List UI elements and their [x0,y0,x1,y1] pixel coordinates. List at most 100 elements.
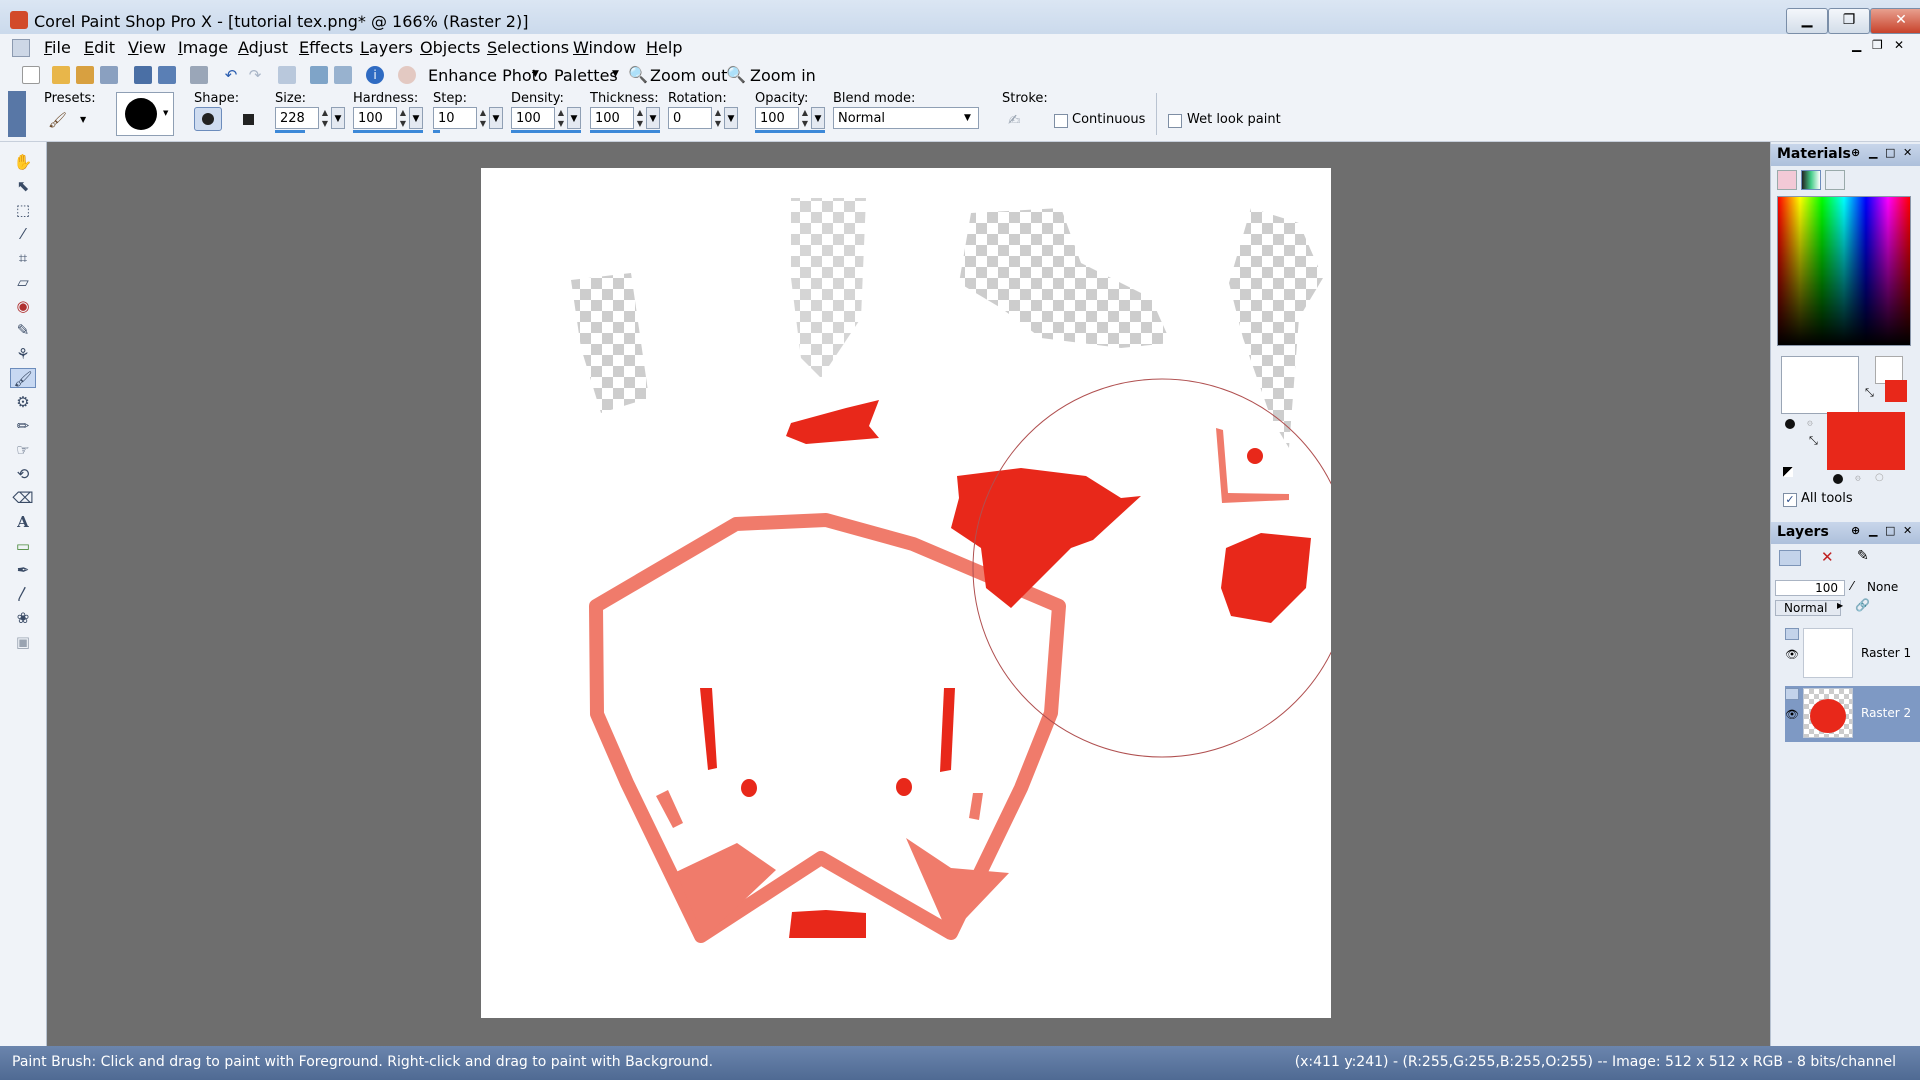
step-input[interactable]: 10 [433,107,477,129]
pin-icon[interactable]: ⊕ [1851,524,1860,537]
all-tools-checkbox[interactable]: ✓ [1783,493,1797,507]
image-canvas[interactable] [481,168,1331,1018]
transparent-toggle-icon[interactable] [1783,467,1793,477]
foreground-swatch[interactable] [1781,356,1859,414]
background-swatch[interactable] [1827,412,1905,470]
redo-icon[interactable]: ↷ [246,66,264,84]
blend-mode-select[interactable]: Normal [833,107,979,129]
size-slider[interactable] [275,130,305,133]
layer-row[interactable]: 👁 Raster 1 [1785,626,1920,682]
pick-tool-icon[interactable]: ⬉ [10,176,36,196]
tab-swatches-icon[interactable] [1825,170,1845,190]
delete-layer-icon[interactable]: ✕ [1821,548,1834,566]
density-spinner[interactable]: ▲ ▼ [555,107,567,129]
eraser-tool-icon[interactable]: ⌫ [10,488,36,508]
mask-icon[interactable] [398,66,416,84]
hardness-slider[interactable] [353,130,423,133]
mdi-minimize-icon[interactable]: ▁ [1852,38,1861,52]
wet-look-checkbox[interactable] [1168,114,1182,128]
layer-blend-select[interactable]: Normal [1775,600,1841,616]
opacity-slider[interactable] [755,130,825,133]
round-shape-button[interactable] [194,107,222,131]
presets-brush-icon[interactable]: 🖌 [48,111,74,131]
layer-opacity-field[interactable]: 100 [1775,580,1845,596]
dodge-tool-icon[interactable]: ✏ [10,416,36,436]
close-button[interactable]: ✕ [1870,8,1920,34]
brush-preview[interactable]: ▼ [116,92,174,136]
tab-frame-icon[interactable] [1777,170,1797,190]
swap-colors-icon[interactable]: ⤡ [1865,386,1874,400]
enhance-photo-menu[interactable]: Enhance Photo [428,66,548,85]
mdi-close-icon[interactable]: ✕ [1894,38,1904,52]
density-dropdown[interactable]: ▼ [567,107,581,129]
density-input[interactable]: 100 [511,107,555,129]
size-input[interactable]: 228 [275,107,319,129]
push-tool-icon[interactable]: ☞ [10,440,36,460]
warp-tool-icon[interactable]: ⟲ [10,464,36,484]
resize-icon[interactable] [278,66,296,84]
straighten-tool-icon[interactable]: ▱ [10,272,36,292]
bg-gradient-mode-icon[interactable]: ۞ [1855,472,1861,483]
maximize-panel-icon[interactable]: □ [1885,524,1895,537]
browse-icon[interactable] [76,66,94,84]
zoom-in-button[interactable]: Zoom in [750,66,816,85]
layer-properties-icon[interactable]: ✎ [1857,548,1869,564]
undo-icon[interactable]: ↶ [222,66,240,84]
save-icon[interactable] [134,66,152,84]
pan-tool-icon[interactable]: ✋ [10,152,36,172]
open-file-icon[interactable] [52,66,70,84]
maximize-panel-icon[interactable]: □ [1885,146,1895,159]
thickness-slider[interactable] [590,130,660,133]
bg-color-mode-icon[interactable] [1833,474,1843,484]
chevron-right-icon[interactable]: ▶ [1837,601,1843,610]
layer-visibility-icon[interactable]: 👁 [1785,708,1799,721]
menu-selections[interactable]: Selections [487,38,569,57]
gradient-mode-icon[interactable]: ۞ [1807,417,1813,428]
new-file-icon[interactable] [22,66,40,84]
replace-tool-icon[interactable]: ⚙ [10,392,36,412]
pin-icon[interactable]: ⊕ [1851,146,1860,159]
flip-icon[interactable] [334,66,352,84]
zoom-out-icon[interactable]: 🔍 [628,65,648,84]
palette-grip[interactable] [8,91,26,137]
makeover-tool-icon[interactable]: ✎ [10,320,36,340]
menu-window[interactable]: Window [573,38,636,57]
tab-rainbow-icon[interactable] [1801,170,1821,190]
preset-shape-tool-icon[interactable]: ▭ [10,536,36,556]
info-icon[interactable]: i [366,66,384,84]
thickness-input[interactable]: 100 [590,107,634,129]
menu-view[interactable]: View [128,38,166,57]
pen-tool-icon[interactable]: ✒ [10,560,36,580]
continuous-checkbox[interactable] [1054,114,1068,128]
menu-image[interactable]: Image [178,38,228,57]
hardness-dropdown[interactable]: ▼ [409,107,423,129]
swap-materials-icon[interactable]: ⤡ [1809,434,1818,448]
layer-row-selected[interactable]: 👁 Raster 2 [1785,686,1920,742]
step-slider[interactable] [433,130,440,133]
rotation-input[interactable]: 0 [668,107,712,129]
hardness-input[interactable]: 100 [353,107,397,129]
opacity-spinner[interactable]: ▲ ▼ [799,107,811,129]
zoom-in-icon[interactable]: 🔍 [726,65,746,84]
opacity-input[interactable]: 100 [755,107,799,129]
menu-layers[interactable]: Layers [360,38,413,57]
palettes-menu[interactable]: Palettes [554,66,618,85]
size-spinner[interactable]: ▲ ▼ [319,107,331,129]
selection-tool-icon[interactable]: ⬚ [10,200,36,220]
print-icon[interactable] [190,66,208,84]
art-media-tool-icon[interactable]: 〳 [10,584,36,604]
menu-edit[interactable]: Edit [84,38,115,57]
chevron-down-icon[interactable]: ▼ [163,109,168,117]
mask-link-icon[interactable]: ⁄ [1851,579,1853,593]
rotation-dropdown[interactable]: ▼ [724,107,738,129]
step-spinner[interactable]: ▲ ▼ [477,107,489,129]
square-shape-icon[interactable] [243,114,254,125]
minimize-panel-icon[interactable]: ▁ [1869,146,1877,159]
menu-effects[interactable]: Effects [299,38,353,57]
menu-file[interactable]: File [44,38,71,57]
paint-brush-tool-icon[interactable]: 🖌 [10,368,36,388]
lock-icon[interactable]: 🔗 [1855,598,1870,612]
layers-header[interactable]: Layers ⊕ ▁ □ ✕ [1771,522,1920,544]
new-layer-icon[interactable] [1779,550,1801,566]
clone-tool-icon[interactable]: ⚘ [10,344,36,364]
